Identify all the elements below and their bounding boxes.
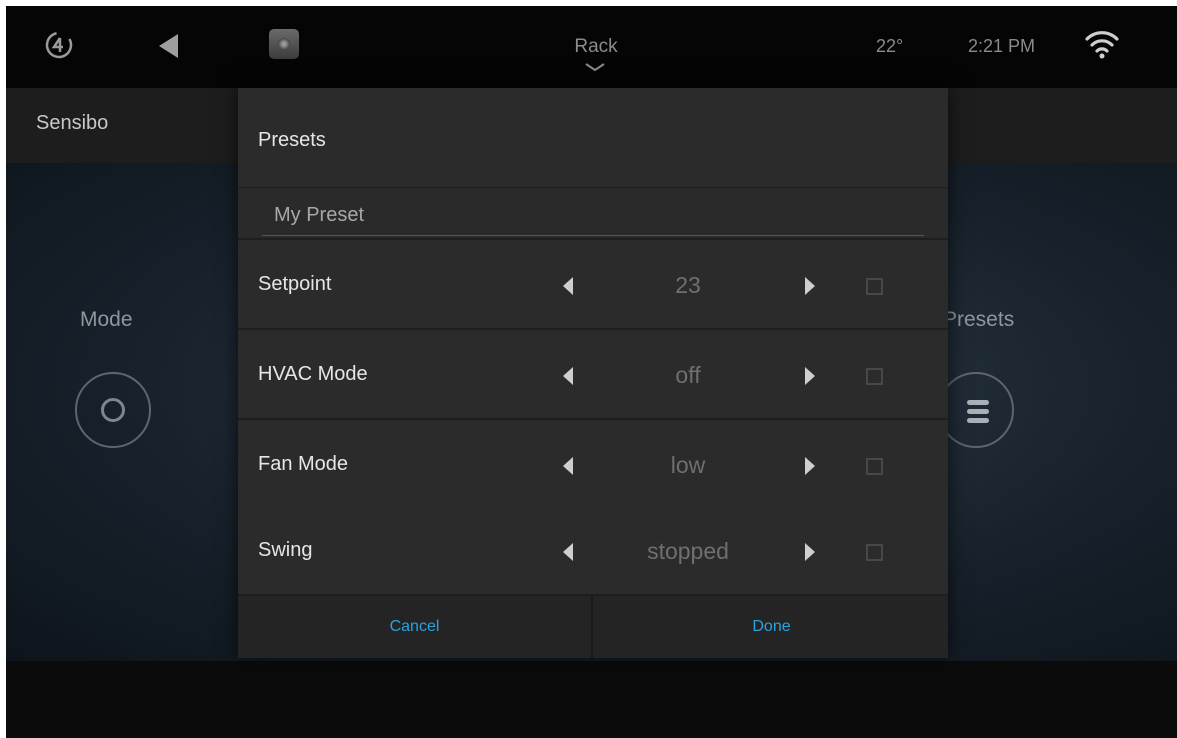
footer-bar bbox=[6, 661, 1177, 738]
increase-arrow-icon[interactable] bbox=[805, 457, 815, 475]
row-value: off bbox=[675, 362, 701, 388]
row-value: stopped bbox=[647, 538, 729, 564]
fan-mode-row: Fan Mode low bbox=[238, 422, 948, 510]
back-arrow-icon[interactable] bbox=[156, 32, 180, 60]
swing-row: Swing stopped bbox=[238, 508, 948, 596]
hvac-mode-row: HVAC Mode off bbox=[238, 332, 948, 420]
preset-name-row bbox=[238, 188, 948, 240]
presets-label: Presets bbox=[943, 308, 1015, 331]
row-value: 23 bbox=[675, 272, 701, 298]
include-checkbox[interactable] bbox=[866, 278, 883, 295]
row-label: Fan Mode bbox=[258, 453, 349, 475]
row-label: HVAC Mode bbox=[258, 363, 368, 385]
done-button[interactable]: Done bbox=[595, 596, 948, 658]
mode-button[interactable] bbox=[75, 372, 151, 448]
mode-label: Mode bbox=[80, 308, 133, 331]
room-name[interactable]: Rack bbox=[566, 36, 626, 58]
decrease-arrow-icon[interactable] bbox=[563, 543, 573, 561]
decrease-arrow-icon[interactable] bbox=[563, 367, 573, 385]
top-bar: Rack 22° 2:21 PM bbox=[6, 6, 1177, 88]
preset-name-input[interactable] bbox=[262, 196, 924, 236]
include-checkbox[interactable] bbox=[866, 458, 883, 475]
chevron-down-icon[interactable] bbox=[584, 62, 606, 72]
row-value: low bbox=[670, 452, 706, 478]
speaker-icon[interactable] bbox=[269, 29, 299, 59]
dialog-title: Presets bbox=[258, 129, 326, 151]
setpoint-row: Setpoint 23 bbox=[238, 242, 948, 330]
dialog-header: Presets bbox=[238, 88, 948, 188]
cancel-button[interactable]: Cancel bbox=[238, 596, 593, 658]
decrease-arrow-icon[interactable] bbox=[563, 277, 573, 295]
control4-logo-icon[interactable] bbox=[44, 30, 74, 60]
presets-button[interactable] bbox=[938, 372, 1014, 448]
include-checkbox[interactable] bbox=[866, 544, 883, 561]
presets-dialog: Presets Setpoint 23 HVAC Mode off Fan Mo… bbox=[238, 88, 948, 658]
increase-arrow-icon[interactable] bbox=[805, 277, 815, 295]
increase-arrow-icon[interactable] bbox=[805, 543, 815, 561]
increase-arrow-icon[interactable] bbox=[805, 367, 815, 385]
app-title: Sensibo bbox=[36, 112, 109, 134]
dialog-button-bar: Cancel Done bbox=[238, 596, 948, 658]
wifi-icon bbox=[1085, 31, 1119, 59]
screen: Rack 22° 2:21 PM Sensibo Mode Presets Pr… bbox=[6, 6, 1177, 738]
temperature-readout[interactable]: 22° bbox=[876, 36, 903, 57]
decrease-arrow-icon[interactable] bbox=[563, 457, 573, 475]
include-checkbox[interactable] bbox=[866, 368, 883, 385]
row-label: Setpoint bbox=[258, 273, 332, 295]
clock: 2:21 PM bbox=[968, 36, 1036, 56]
row-label: Swing bbox=[258, 539, 313, 561]
